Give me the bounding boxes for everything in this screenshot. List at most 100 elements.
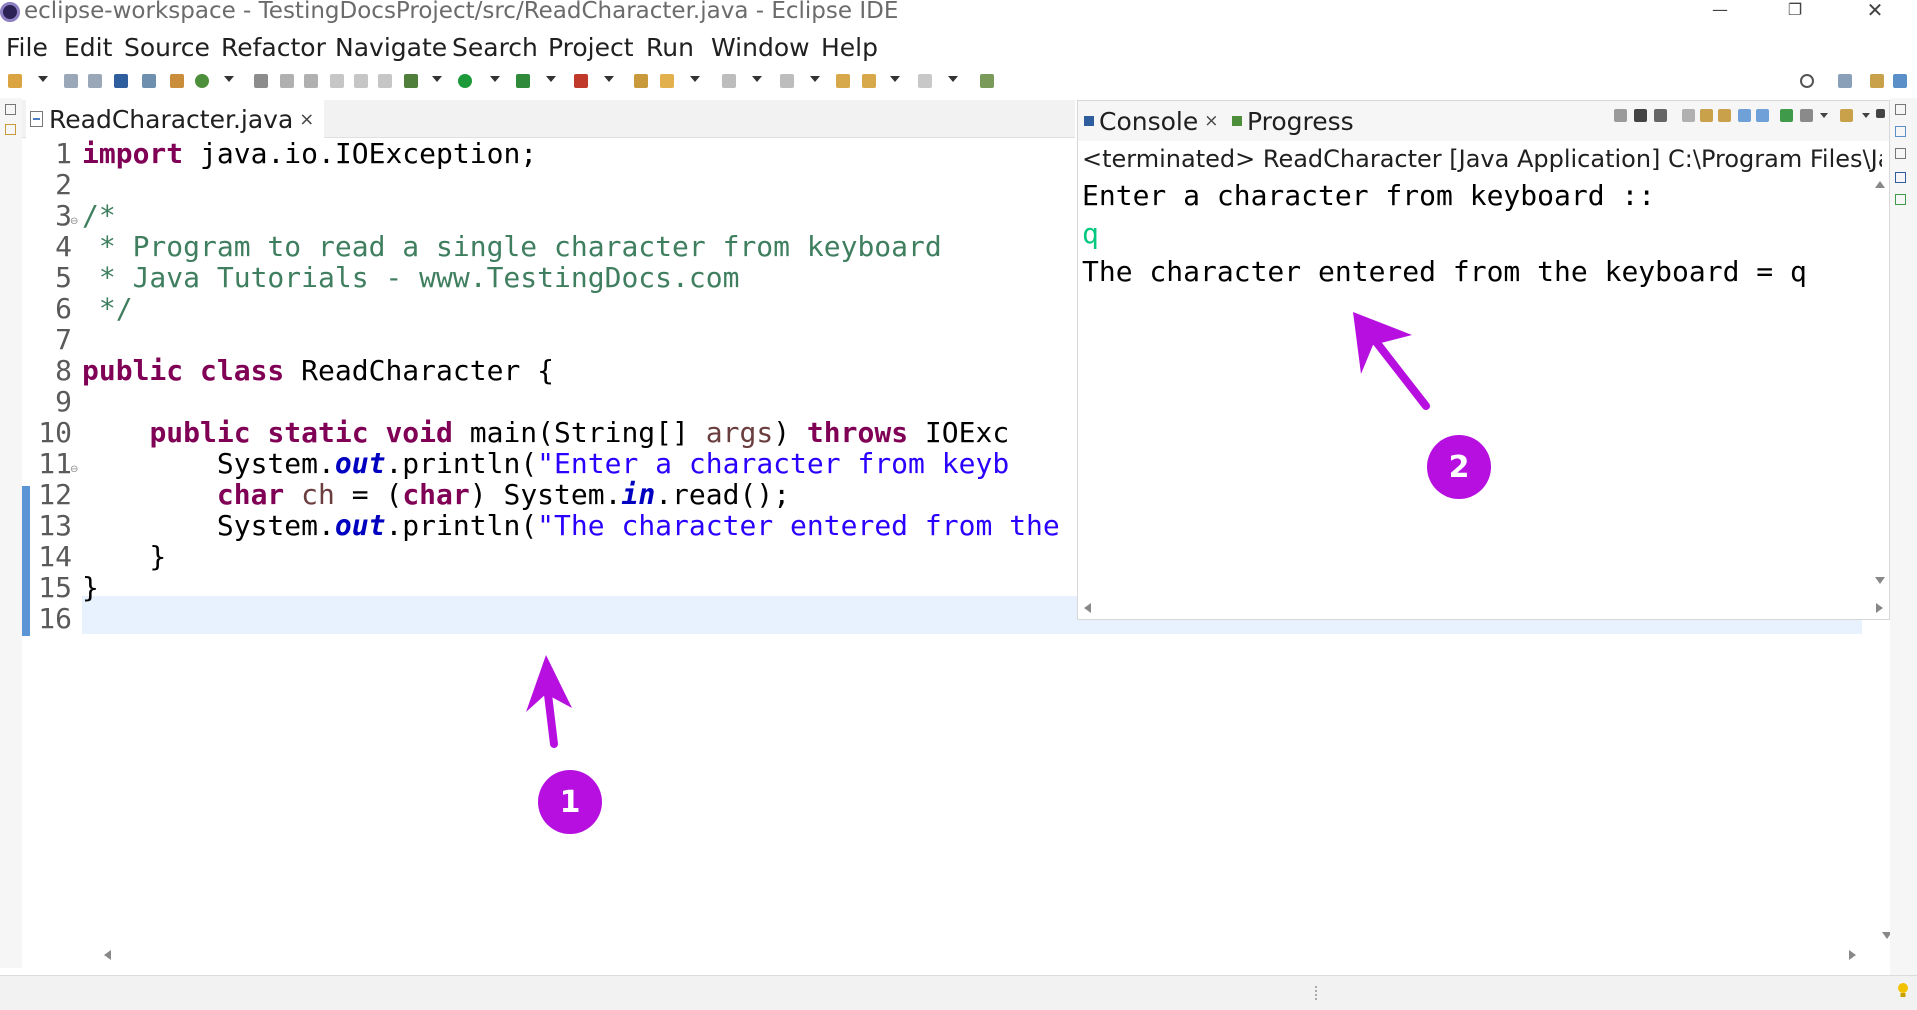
- debug-dropdown-icon[interactable]: [432, 76, 442, 82]
- search-dropdown-icon[interactable]: [690, 76, 700, 82]
- forward-dropdown-icon[interactable]: [948, 76, 958, 82]
- next-annotation-icon[interactable]: [722, 74, 736, 88]
- refresh-dropdown-icon[interactable]: [224, 76, 234, 82]
- menu-help[interactable]: Help: [821, 33, 878, 62]
- menu-file[interactable]: File: [6, 33, 48, 62]
- search-icon[interactable]: [1800, 74, 1814, 88]
- code-comment: * Program to read a single character fro…: [82, 230, 942, 263]
- forward-icon[interactable]: [918, 74, 932, 88]
- external-tools-dropdown-icon[interactable]: [604, 76, 614, 82]
- menu-navigate[interactable]: Navigate: [335, 33, 447, 62]
- console-scroll-right-icon[interactable]: [1876, 603, 1883, 613]
- menu-source[interactable]: Source: [124, 33, 210, 62]
- external-tools-icon[interactable]: [574, 74, 588, 88]
- clear-console-icon[interactable]: [1682, 109, 1695, 122]
- pilcrow-icon[interactable]: [378, 74, 392, 88]
- outline-icon[interactable]: [1895, 126, 1906, 137]
- new-dropdown-icon[interactable]: [38, 76, 48, 82]
- menu-search[interactable]: Search: [452, 33, 538, 62]
- run-icon[interactable]: [458, 74, 472, 88]
- toggle-mark-icon[interactable]: [254, 74, 268, 88]
- lightbulb-icon[interactable]: [1896, 982, 1910, 1000]
- remove-launch-icon[interactable]: [1634, 109, 1647, 122]
- close-button[interactable]: ✕: [1845, 0, 1905, 24]
- console-scroll-down-icon[interactable]: [1875, 577, 1885, 584]
- code-line-5: * Java Tutorials - www.TestingDocs.com: [82, 261, 739, 299]
- prev-annotation-icon[interactable]: [780, 74, 794, 88]
- build-icon[interactable]: [170, 74, 184, 88]
- console-scroll-left-icon[interactable]: [1084, 603, 1091, 613]
- fold-toggle-icon[interactable]: ⊖: [70, 216, 78, 227]
- pin-editor-icon[interactable]: [980, 74, 994, 88]
- open-type-icon[interactable]: [634, 74, 648, 88]
- menu-window[interactable]: Window: [711, 33, 810, 62]
- console-scroll-up-icon[interactable]: [1875, 181, 1885, 188]
- skip-breakpoints-icon[interactable]: [142, 74, 156, 88]
- terminal-icon[interactable]: [114, 74, 128, 88]
- menu-refactor[interactable]: Refactor: [221, 33, 326, 62]
- save-icon[interactable]: [64, 74, 78, 88]
- menu-run[interactable]: Run: [646, 33, 694, 62]
- coverage-dropdown-icon[interactable]: [546, 76, 556, 82]
- line-number: 12: [22, 478, 72, 511]
- display-console-dropdown-icon[interactable]: [1820, 113, 1828, 118]
- maximize-button[interactable]: ❐: [1765, 0, 1825, 24]
- console-horizontal-scrollbar[interactable]: [1078, 601, 1889, 615]
- scroll-right-icon[interactable]: [1849, 950, 1856, 960]
- coverage-icon[interactable]: [516, 74, 530, 88]
- run-dropdown-icon[interactable]: [490, 76, 500, 82]
- tasks-icon[interactable]: [1895, 172, 1906, 183]
- java-perspective-icon[interactable]: [1870, 74, 1884, 88]
- tab-console-close-icon[interactable]: ×: [1204, 111, 1218, 131]
- editor-horizontal-scrollbar[interactable]: [82, 948, 1862, 960]
- refresh-icon[interactable]: [195, 74, 209, 88]
- open-perspective-icon[interactable]: [1838, 74, 1852, 88]
- block-select-icon[interactable]: [330, 74, 344, 88]
- menu-project[interactable]: Project: [548, 33, 634, 62]
- view-minimize-icon[interactable]: [1876, 109, 1885, 118]
- show-on-stdout-icon[interactable]: [1738, 109, 1751, 122]
- code-text: .println(: [385, 509, 537, 542]
- restore-right-icon[interactable]: [1895, 104, 1906, 115]
- link-icon[interactable]: [304, 74, 318, 88]
- back-dropdown-icon[interactable]: [890, 76, 900, 82]
- minimize-button[interactable]: —: [1690, 0, 1750, 24]
- open-console-icon[interactable]: [1840, 109, 1853, 122]
- editor-scroll-down-icon[interactable]: [1882, 932, 1890, 939]
- menu-edit[interactable]: Edit: [64, 33, 112, 62]
- save-all-icon[interactable]: [88, 74, 102, 88]
- remove-all-icon[interactable]: [1654, 109, 1667, 122]
- minimized-view-icon[interactable]: [1895, 148, 1906, 159]
- prev-annotation-dropdown-icon[interactable]: [810, 76, 820, 82]
- package-explorer-icon[interactable]: [5, 124, 16, 135]
- scroll-lock-icon[interactable]: [1700, 109, 1713, 122]
- debug-perspective-icon[interactable]: [1893, 74, 1907, 88]
- console-toolbar: [1528, 105, 1888, 127]
- display-console-icon[interactable]: [1800, 109, 1813, 122]
- restore-icon[interactable]: [5, 104, 16, 115]
- back-icon[interactable]: [862, 74, 876, 88]
- tab-progress[interactable]: Progress: [1232, 103, 1354, 139]
- code-keyword: char: [402, 478, 469, 511]
- next-annotation-dropdown-icon[interactable]: [752, 76, 762, 82]
- console-vertical-scrollbar[interactable]: [1873, 181, 1887, 591]
- whitespace-icon[interactable]: [354, 74, 368, 88]
- last-edit-icon[interactable]: [836, 74, 850, 88]
- scroll-left-icon[interactable]: [104, 950, 111, 960]
- terminate-icon[interactable]: [1614, 109, 1627, 122]
- show-on-stderr-icon[interactable]: [1756, 109, 1769, 122]
- editor-tab-readcharacter[interactable]: ReadCharacter.java ×: [26, 100, 324, 138]
- fold-toggle-icon[interactable]: ⊖: [70, 464, 78, 475]
- debug-icon[interactable]: [404, 74, 418, 88]
- word-wrap-icon[interactable]: [1718, 109, 1731, 122]
- open-task-icon[interactable]: [660, 74, 674, 88]
- new-icon[interactable]: [8, 74, 22, 88]
- code-line-6: */: [82, 292, 133, 330]
- annotation-icon[interactable]: [280, 74, 294, 88]
- code-text: .println(: [385, 447, 537, 480]
- pin-console-icon[interactable]: [1780, 109, 1793, 122]
- problems-icon[interactable]: [1895, 194, 1906, 205]
- editor-tab-close-icon[interactable]: ×: [299, 109, 314, 130]
- open-console-dropdown-icon[interactable]: [1862, 113, 1870, 118]
- tab-console[interactable]: Console ×: [1084, 103, 1219, 139]
